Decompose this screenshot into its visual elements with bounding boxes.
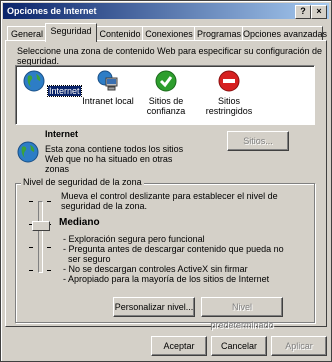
tab-security[interactable]: Seguridad (45, 23, 97, 42)
close-button[interactable]: × (311, 5, 327, 19)
help-button[interactable]: ? (295, 5, 311, 19)
level-bullet-2: - Pregunta antes de descargar contenido … (63, 244, 284, 254)
tab-advanced[interactable]: Opciones avanzadas (242, 26, 327, 41)
globe-icon (23, 70, 45, 92)
level-name: Mediano (59, 217, 100, 228)
zone-label: Sitios de confianza (146, 96, 186, 116)
level-bullet-5: - Apropiado para la mayoría de los sitio… (63, 274, 270, 284)
accept-button[interactable]: Aceptar (151, 336, 207, 356)
tab-general[interactable]: General (7, 26, 47, 41)
tab-content[interactable]: Contenido (96, 26, 144, 41)
zone-local-intranet[interactable]: Intranet local (76, 70, 140, 120)
sites-button[interactable]: Sitios... (227, 131, 289, 151)
level-bullet-3: ser seguro (63, 254, 111, 264)
window-title: Opciones de Internet (7, 6, 97, 16)
instruction-line-1: Seleccione una zona de contenido Web par… (17, 46, 323, 56)
zone-description-1: Esta zona contiene todos los sitios (45, 144, 184, 154)
computer-network-icon (97, 70, 118, 91)
security-slider-track[interactable] (38, 201, 43, 273)
tab-strip: General Seguridad Contenido Conexiones P… (5, 23, 329, 42)
zone-title: Internet (45, 129, 79, 139)
no-entry-icon (218, 70, 240, 92)
group-label: Nivel de seguridad de la zona (21, 177, 144, 187)
check-icon (155, 70, 177, 92)
slider-tick (29, 201, 33, 202)
cancel-button[interactable]: Cancelar (211, 336, 267, 356)
apply-button[interactable]: Aplicar (271, 336, 327, 356)
custom-level-button[interactable]: Personalizar nivel... (113, 297, 195, 317)
zone-trusted-sites[interactable]: Sitios de confianza (134, 70, 198, 120)
default-level-button[interactable]: Nivel predeterminado (201, 297, 283, 330)
slider-hint-1: Mueva el control deslizante para estable… (61, 191, 278, 201)
slider-hint-2: seguridad de la zona. (61, 201, 148, 211)
globe-icon (17, 141, 39, 163)
zone-description-3: zonas (45, 164, 70, 174)
zone-label: Intranet local (82, 96, 134, 106)
zone-label: Sitios restringidos (205, 96, 253, 116)
level-bullet-1: - Exploración segura pero funcional (63, 234, 205, 244)
slider-tick (29, 270, 33, 271)
level-bullet-4: - No se descargan controles ActiveX sin … (63, 264, 248, 274)
tab-programs[interactable]: Programas (194, 26, 244, 41)
zone-internet[interactable]: Internet (20, 70, 84, 120)
slider-tick (47, 247, 51, 248)
internet-options-window: Opciones de Internet ? × General Segurid… (0, 0, 332, 362)
zone-restricted-sites[interactable]: Sitios restringidos (194, 70, 264, 120)
slider-tick (47, 201, 51, 202)
slider-tick (29, 247, 33, 248)
slider-tick (47, 270, 51, 271)
zone-description-2: Web que no ha situado en otras (45, 154, 173, 164)
title-bar[interactable]: Opciones de Internet ? × (3, 3, 329, 19)
zone-list: Internet Intranet local Sitios de confia… (15, 65, 315, 125)
security-slider-thumb[interactable] (32, 221, 50, 231)
tab-connections[interactable]: Conexiones (142, 26, 196, 41)
